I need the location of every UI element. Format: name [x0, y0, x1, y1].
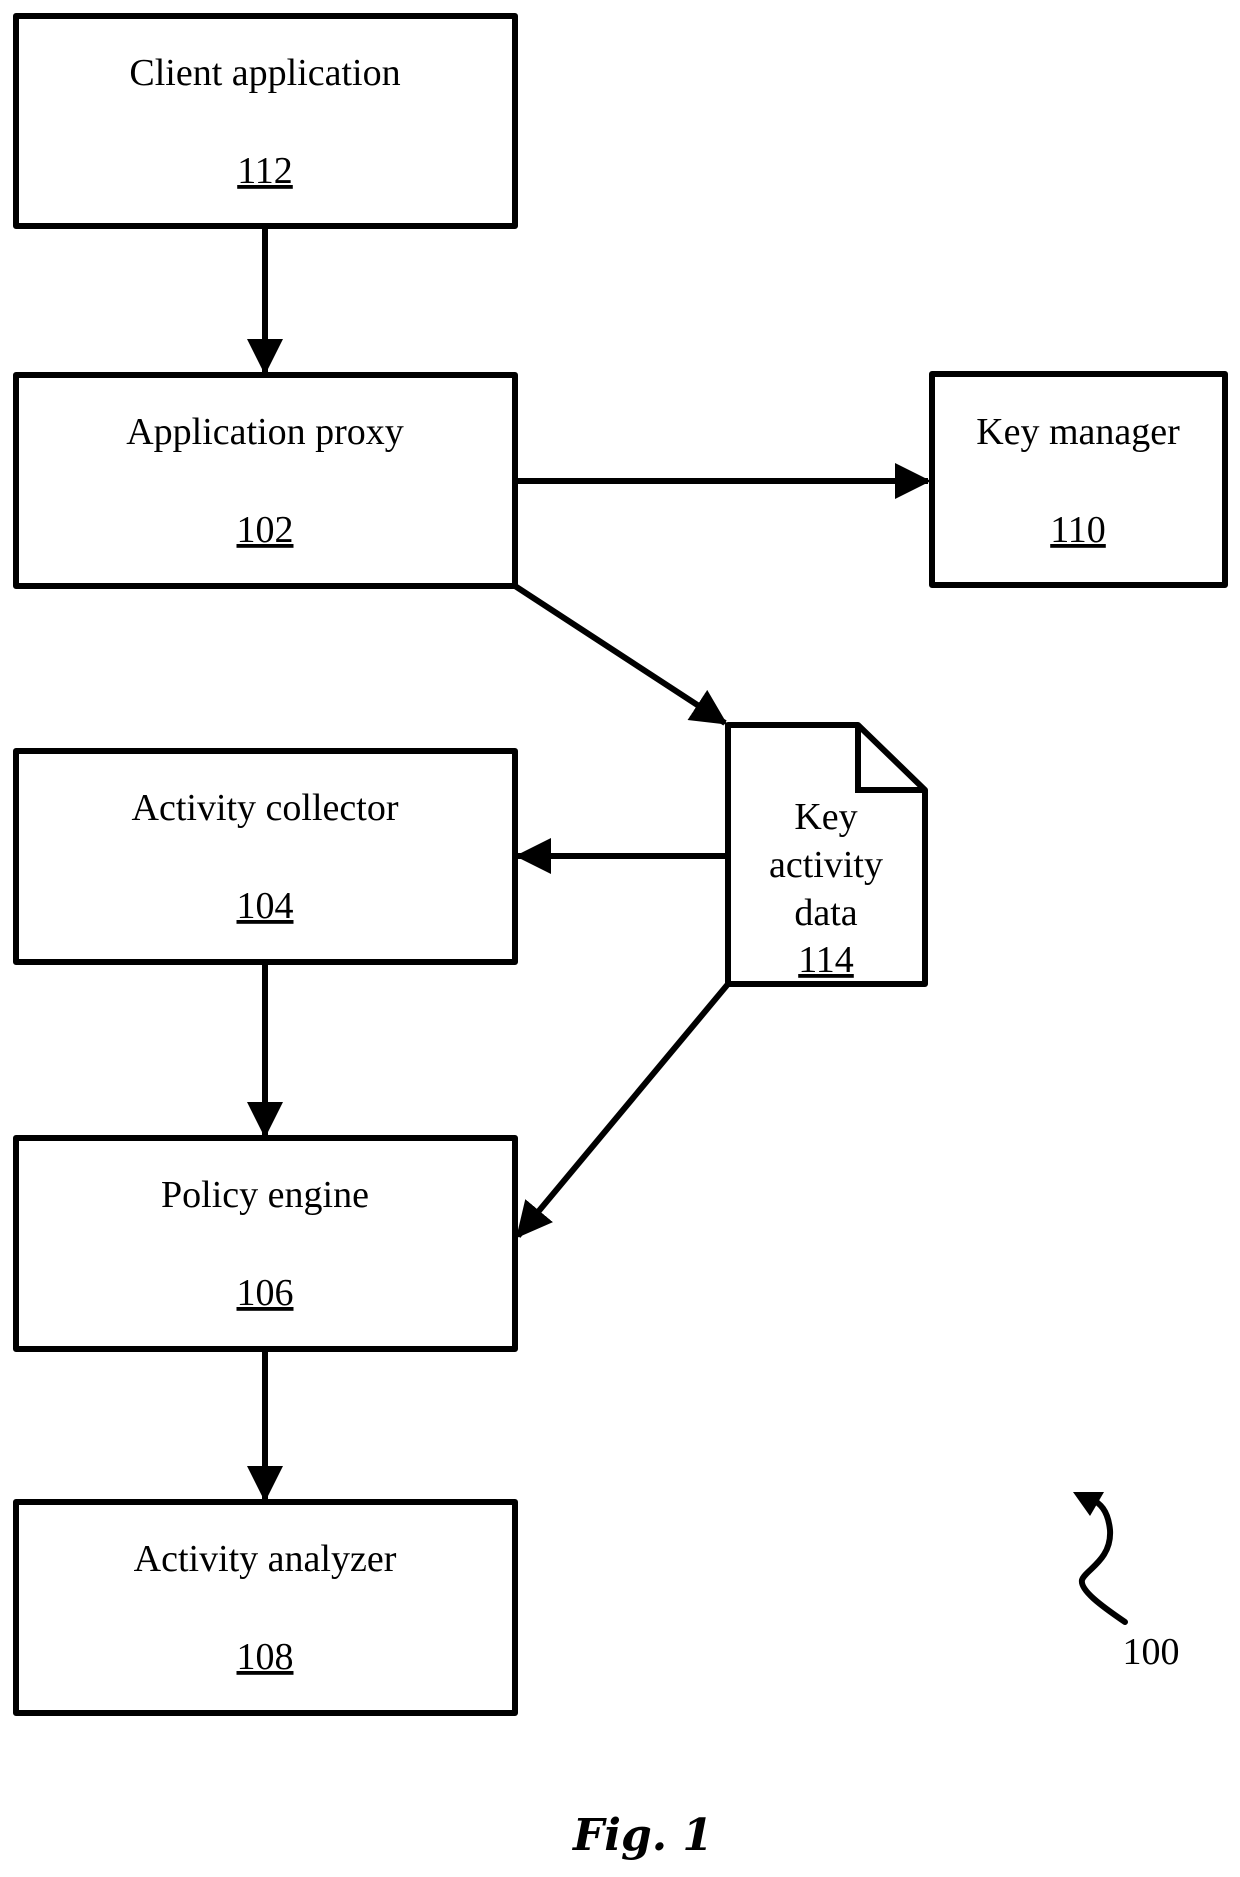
node-key-manager: Key manager 110 — [929, 371, 1228, 588]
node-ref: 108 — [237, 1636, 294, 1678]
node-ref: 114 — [798, 939, 854, 981]
edge-key-activity-data-to-policy-engine — [515, 982, 731, 1239]
node-ref: 102 — [237, 509, 294, 551]
node-activity-collector: Activity collector 104 — [13, 748, 518, 965]
node-label: Policy engine — [161, 1174, 369, 1216]
system-diagram: Client application 112 Application proxy… — [13, 13, 1228, 1861]
node-label: Activity collector — [132, 787, 399, 829]
reference-numeral-100: 100 — [1073, 1492, 1180, 1673]
node-application-proxy: Application proxy 102 — [13, 372, 518, 589]
node-label: Application proxy — [126, 411, 404, 453]
squiggle-arrow-icon — [1078, 1495, 1128, 1625]
reference-numeral-text: 100 — [1123, 1631, 1180, 1673]
node-label-line: activity — [769, 844, 883, 886]
node-client-application: Client application 112 — [13, 13, 518, 229]
node-activity-analyzer: Activity analyzer 108 — [13, 1499, 518, 1716]
node-label: Key manager — [976, 411, 1180, 453]
node-ref: 104 — [237, 885, 294, 927]
node-label-line: data — [794, 892, 857, 934]
node-ref: 112 — [237, 150, 293, 192]
node-label-line: Key — [794, 796, 857, 838]
node-label: Activity analyzer — [134, 1538, 397, 1580]
node-policy-engine: Policy engine 106 — [13, 1135, 518, 1352]
figure-caption: Fig. 1 — [571, 1810, 713, 1861]
node-ref: 110 — [1050, 509, 1106, 551]
node-key-activity-data: Key activity data 114 — [725, 722, 928, 987]
node-label: Client application — [129, 52, 400, 94]
edge-proxy-to-key-activity-data — [513, 583, 728, 726]
node-ref: 106 — [237, 1272, 294, 1314]
